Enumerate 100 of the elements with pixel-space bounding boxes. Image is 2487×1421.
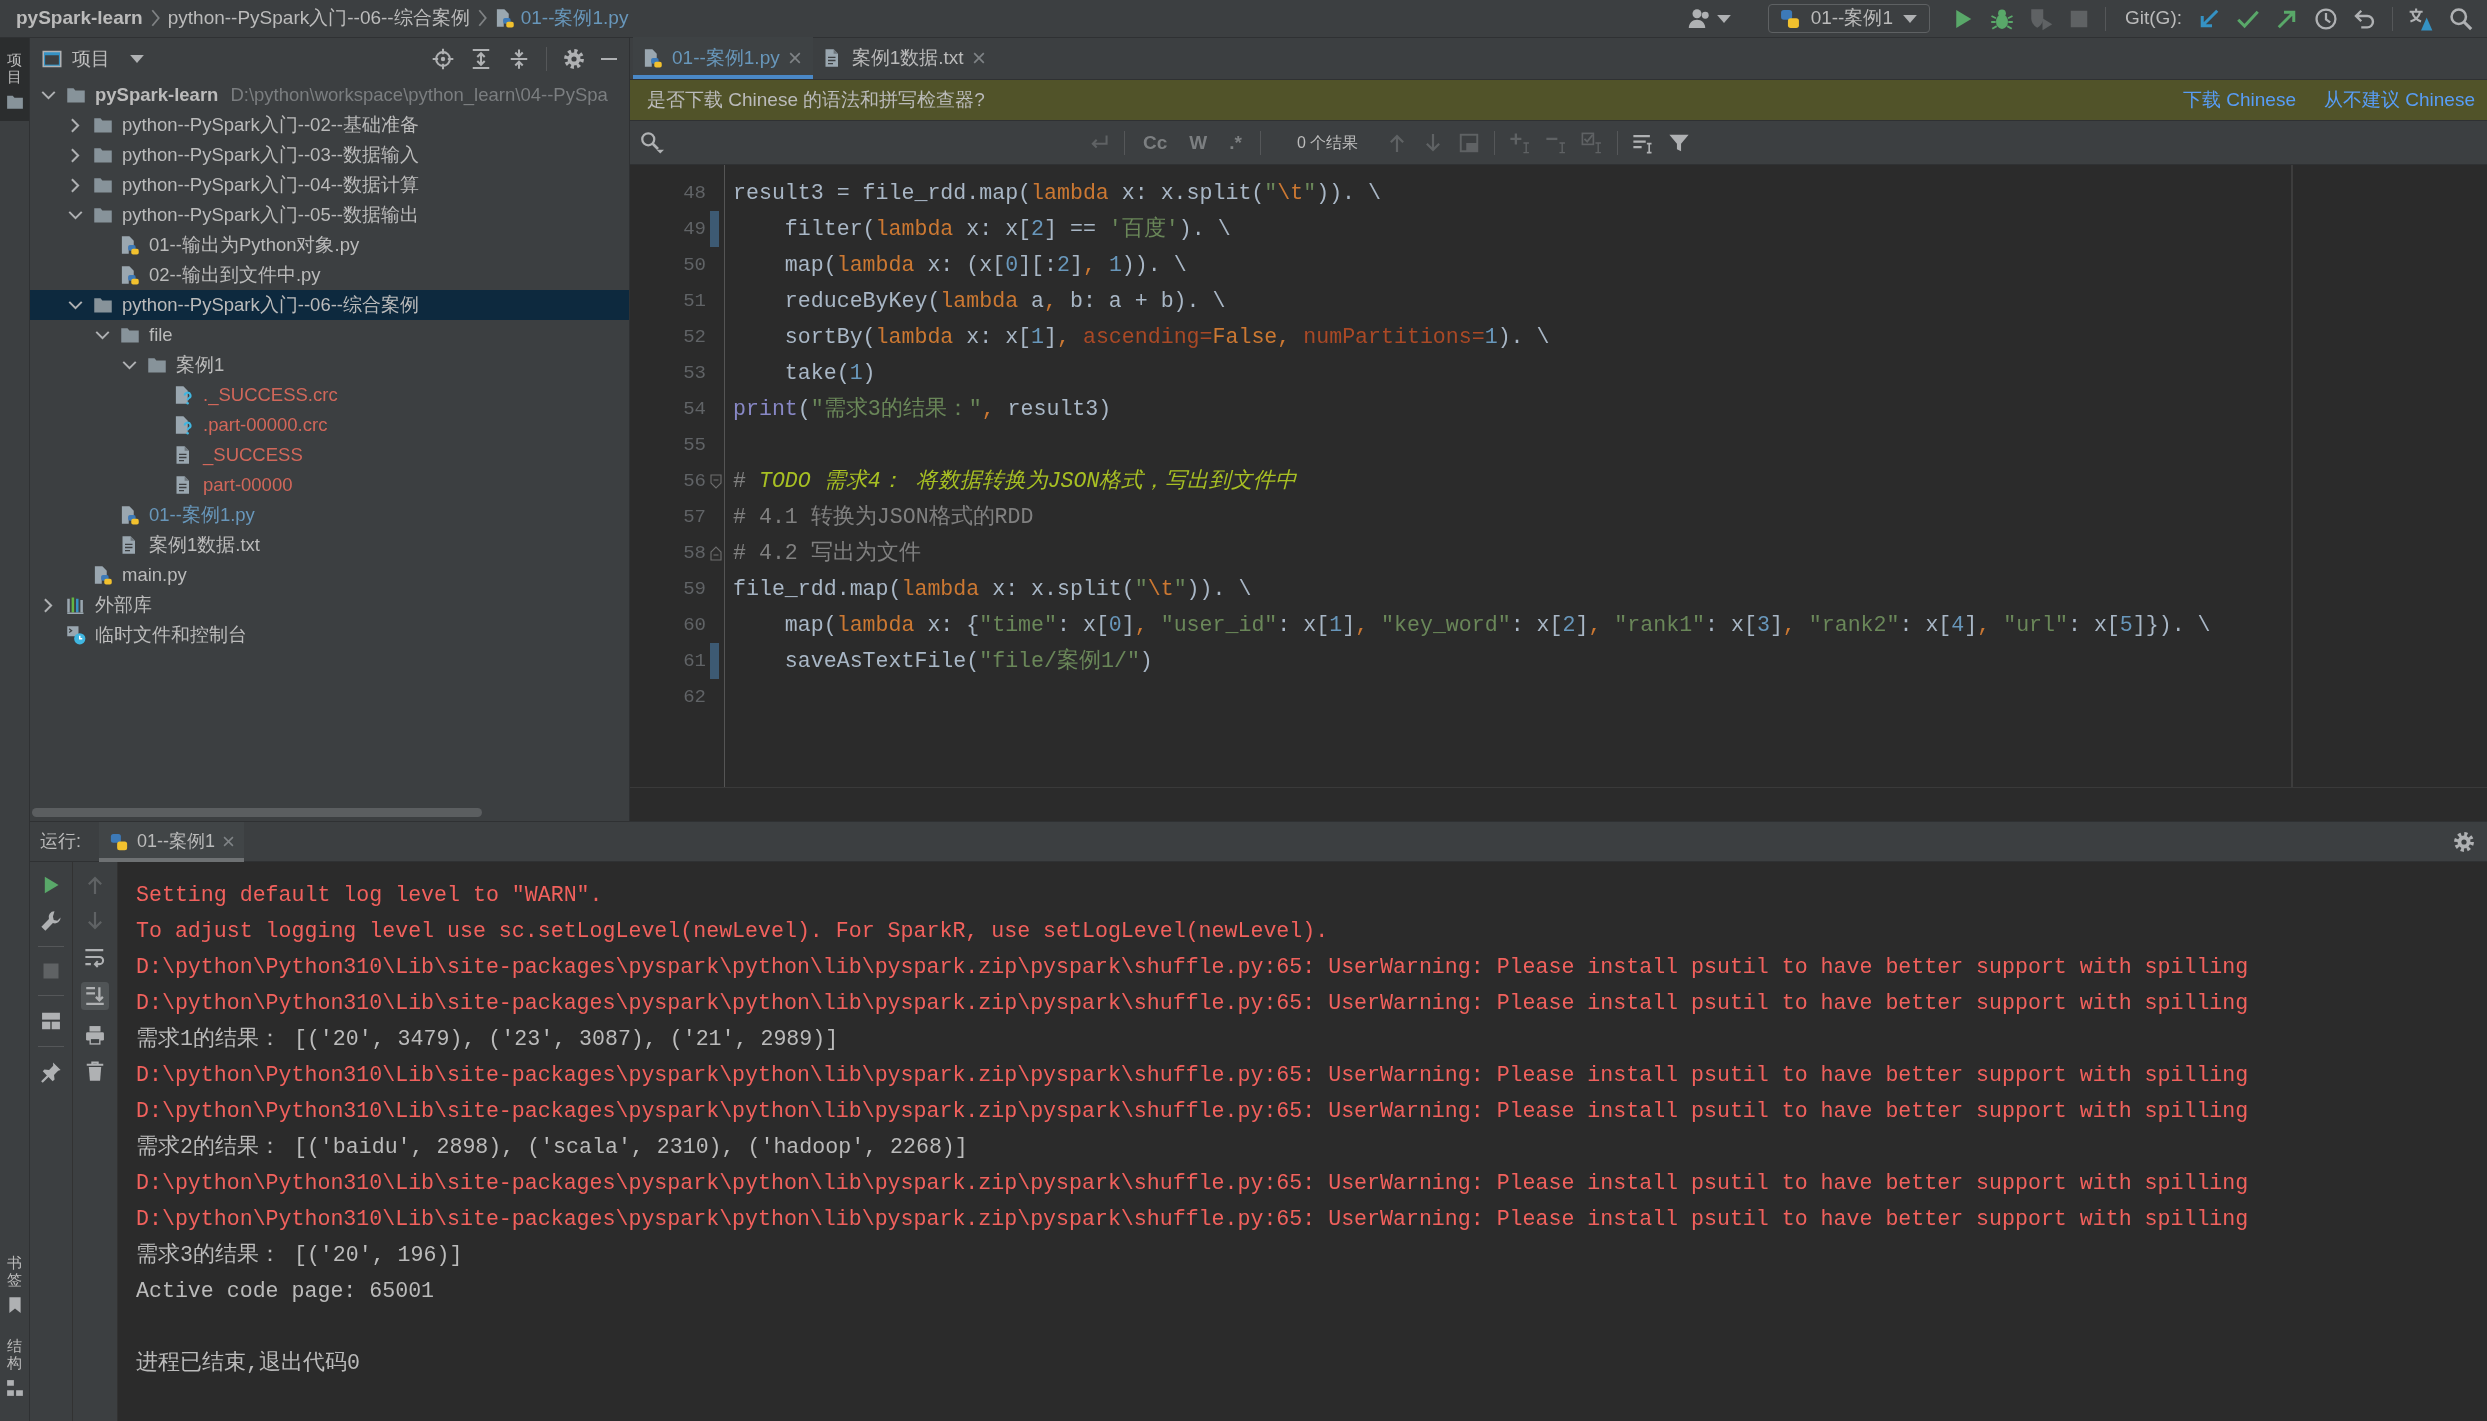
- tree-item[interactable]: python--PySpark入门--04--数据计算: [30, 170, 629, 200]
- code-line: print("需求3的结果：", result3): [733, 396, 1112, 423]
- python-file-icon: [643, 48, 663, 68]
- line-number: 54: [683, 397, 706, 421]
- line-number: 51: [683, 289, 706, 313]
- search-icon[interactable]: [640, 130, 664, 155]
- translate-icon[interactable]: [2408, 5, 2434, 32]
- notification-link[interactable]: 下载 Chinese: [2183, 88, 2296, 112]
- search-icon[interactable]: [2449, 6, 2473, 31]
- breadcrumb-item[interactable]: pySpark-learn: [16, 7, 143, 30]
- close-icon[interactable]: [972, 52, 985, 64]
- fold-icon[interactable]: [710, 545, 722, 561]
- editor-tab[interactable]: 案例1数据.txt: [812, 37, 997, 79]
- panel-title-dropdown[interactable]: 项目: [72, 47, 144, 71]
- pin-icon[interactable]: [40, 1061, 62, 1083]
- chevron-right-icon[interactable]: [70, 117, 80, 133]
- python-file-icon: [93, 565, 113, 585]
- tree-item[interactable]: .part-00000.crc: [30, 410, 629, 440]
- soft-wrap-icon[interactable]: [84, 946, 106, 968]
- console-line: D:\python\Python310\Lib\site-packages\pyspark\python\lib\pyspark.zip\pyspark\shuffle.py:65: UserWarning: Please install psutil to have better support with spilling: [136, 954, 2250, 981]
- chevron-right-icon[interactable]: [70, 147, 80, 163]
- chevron-right-icon: [150, 9, 160, 28]
- console-line: 进程已结束,退出代码0: [136, 1350, 361, 1377]
- breadcrumb-item[interactable]: 01--案例1.py: [494, 7, 629, 30]
- chevron-right-icon: [477, 9, 487, 28]
- folder-icon: [93, 115, 113, 135]
- tree-item[interactable]: ._SUCCESS.crc: [30, 380, 629, 410]
- close-icon[interactable]: [788, 52, 801, 64]
- console-line: D:\python\Python310\Lib\site-packages\pyspark\python\lib\pyspark.zip\pyspark\shuffle.py:65: UserWarning: Please install psutil to have better support with spilling: [136, 1098, 2250, 1125]
- folder-icon: [93, 295, 113, 315]
- line-number: 55: [683, 433, 706, 457]
- tree-item[interactable]: 01--案例1.py: [30, 500, 629, 530]
- code-line: file_rdd.map(lambda x: x.split("\t")). \: [733, 576, 1252, 603]
- tool-window-tab[interactable]: 书签: [0, 1241, 29, 1324]
- tree-item[interactable]: 临时文件和控制台: [30, 620, 629, 650]
- chevron-down-icon[interactable]: [67, 300, 83, 310]
- tool-window-tab[interactable]: 结构: [0, 1324, 29, 1407]
- caret-icon: [130, 55, 144, 63]
- wrench-icon[interactable]: [40, 910, 62, 932]
- line-number: 61: [683, 649, 706, 673]
- collapse-all-icon[interactable]: [508, 48, 530, 70]
- code-line: take(1): [783, 360, 876, 387]
- tree-item[interactable]: 外部库: [30, 590, 629, 620]
- tool-window-tab[interactable]: 项目: [0, 38, 29, 121]
- line-number: 58: [683, 541, 706, 565]
- close-icon[interactable]: [223, 836, 235, 847]
- unknown-file-icon: [174, 415, 194, 435]
- trash-icon[interactable]: [84, 1060, 106, 1082]
- chevron-right-icon[interactable]: [70, 177, 80, 193]
- clock-icon[interactable]: [2314, 6, 2338, 31]
- tree-item[interactable]: 02--输出到文件中.py: [30, 260, 629, 290]
- tree-item[interactable]: file: [30, 320, 629, 350]
- line-number: 48: [683, 181, 706, 205]
- tree-item[interactable]: 案例1数据.txt: [30, 530, 629, 560]
- user-icon[interactable]: [1687, 6, 1712, 31]
- folder-icon: [93, 205, 113, 225]
- crosshair-icon[interactable]: [432, 48, 454, 70]
- notification-text: 是否下载 Chinese 的语法和拼写检查器?: [647, 88, 985, 112]
- tree-item[interactable]: python--PySpark入门--06--综合案例: [30, 290, 629, 320]
- line-number: 57: [683, 505, 706, 529]
- chevron-down-icon[interactable]: [67, 210, 83, 220]
- console-line: 需求3的结果： [('20', 196)]: [136, 1242, 464, 1269]
- chevron-right-icon[interactable]: [43, 597, 53, 613]
- tree-item[interactable]: main.py: [30, 560, 629, 590]
- tree-item[interactable]: _SUCCESS: [30, 440, 629, 470]
- code-line: # TODO 需求4： 将数据转换为JSON格式，写出到文件中: [733, 468, 1298, 495]
- notification-link[interactable]: 从不建议 Chinese: [2324, 88, 2475, 112]
- chevron-down-icon[interactable]: [94, 330, 110, 340]
- fold-icon[interactable]: [710, 473, 722, 489]
- settings-icon[interactable]: [2453, 830, 2475, 853]
- chevron-down-icon[interactable]: [40, 90, 56, 100]
- tree-item[interactable]: python--PySpark入门--05--数据输出: [30, 200, 629, 230]
- scrollbar-thumb[interactable]: [32, 808, 482, 817]
- expand-all-icon[interactable]: [470, 48, 492, 70]
- console-line: To adjust logging level use sc.setLogLevel(newLevel). For SparkR, use setLogLevel(newLevel).: [136, 918, 1330, 945]
- tree-item[interactable]: python--PySpark入门--03--数据输入: [30, 140, 629, 170]
- scroll-to-end-icon[interactable]: [81, 982, 109, 1010]
- run-config-dropdown[interactable]: 01--案例1: [1767, 4, 1930, 33]
- git-label: Git(G):: [2125, 7, 2182, 30]
- tree-item[interactable]: pySpark-learn D:\python\workspace\python_learn\04--PySpa: [30, 80, 629, 110]
- settings-icon[interactable]: [563, 48, 585, 70]
- tree-item[interactable]: part-00000: [30, 470, 629, 500]
- checkbox-icon[interactable]: [1581, 131, 1604, 154]
- code-line: reduceByKey(lambda a, b: a + b). \: [783, 288, 1226, 315]
- console-line: D:\python\Python310\Lib\site-packages\pyspark\python\lib\pyspark.zip\pyspark\shuffle.py:65: UserWarning: Please install psutil to have better support with spilling: [136, 1206, 2250, 1233]
- breadcrumb-item[interactable]: python--PySpark入门--06--综合案例: [167, 7, 470, 30]
- bug-icon[interactable]: [1990, 6, 2014, 31]
- layout-icon[interactable]: [40, 1010, 62, 1032]
- tree-item[interactable]: python--PySpark入门--02--基础准备: [30, 110, 629, 140]
- printer-icon[interactable]: [84, 1024, 106, 1046]
- tree-item[interactable]: 案例1: [30, 350, 629, 380]
- line-number: 56: [683, 469, 706, 493]
- tree-item[interactable]: 01--输出为Python对象.py: [30, 230, 629, 260]
- chevron-down-icon[interactable]: [121, 360, 137, 370]
- python-icon: [1778, 7, 1801, 30]
- run-tab[interactable]: 01--案例1: [99, 821, 245, 862]
- structure-icon: [5, 1379, 24, 1397]
- folder-icon: [120, 325, 140, 345]
- caret-icon[interactable]: [1716, 14, 1731, 23]
- editor-tab[interactable]: 01--案例1.py: [633, 37, 813, 79]
